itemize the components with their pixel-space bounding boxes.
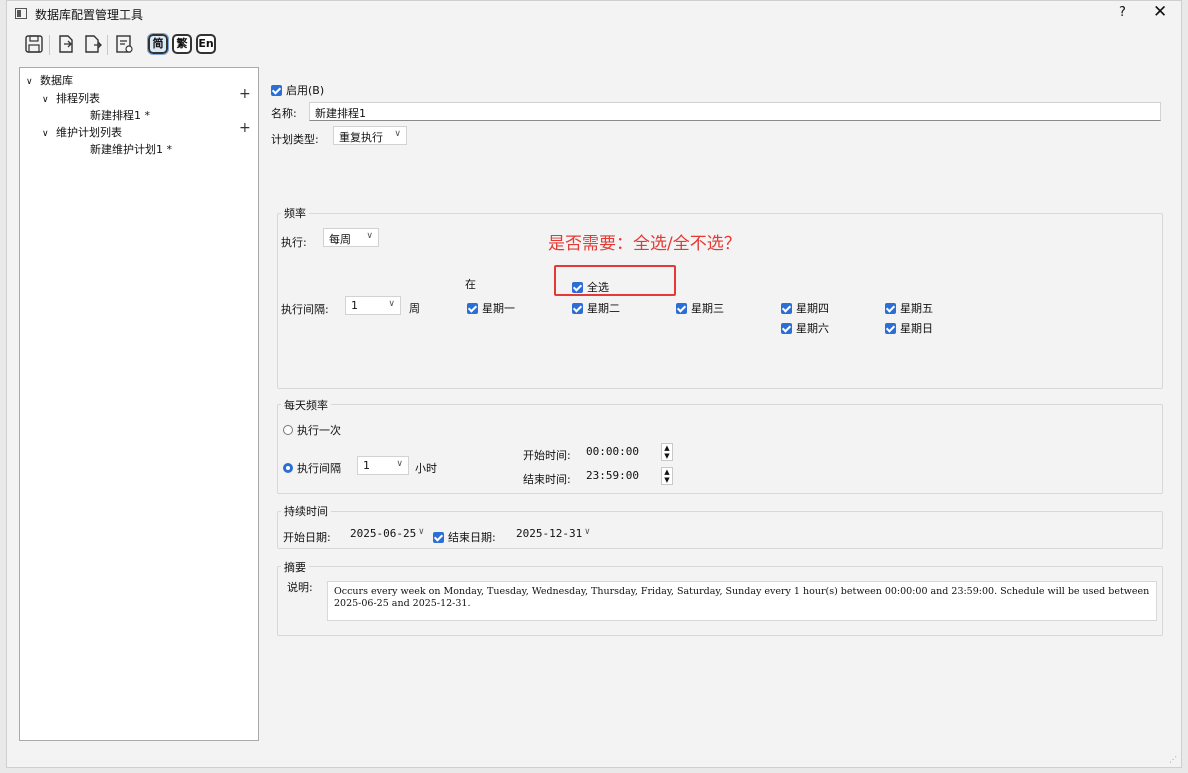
day-checkbox-saturday[interactable]: 星期六	[781, 320, 829, 336]
enable-checkbox[interactable]: 启用(B)	[271, 82, 324, 98]
exec-label: 执行:	[281, 236, 307, 249]
chevron-down-icon: ∨	[42, 129, 49, 139]
end-time-spinner[interactable]: ▲ ▼	[661, 467, 673, 485]
day-checkbox-sunday[interactable]: 星期日	[885, 320, 933, 336]
start-date-picker[interactable]: 2025-06-25 ∨	[345, 525, 429, 544]
lang-simplified-button[interactable]: 简	[147, 33, 169, 55]
daily-frequency-group-title: 每天频率	[281, 397, 331, 413]
lang-traditional-button[interactable]: 繁	[172, 34, 192, 54]
chevron-down-icon: ∨	[584, 527, 590, 537]
once-radio[interactable]: 执行一次	[283, 422, 341, 438]
daily-frequency-group	[277, 404, 1163, 494]
checkbox-checked-icon	[271, 85, 282, 96]
checkbox-checked-icon	[781, 303, 792, 314]
checkbox-checked-icon	[467, 303, 478, 314]
end-time-field[interactable]: 23:59:00	[581, 467, 657, 485]
chevron-down-icon: ∨	[366, 231, 373, 241]
window-title: 数据库配置管理工具	[35, 8, 144, 22]
plan-type-select[interactable]: 重复执行 ∨	[333, 126, 407, 145]
toolbar: 简 繁 En	[7, 29, 1181, 61]
end-date-picker[interactable]: 2025-12-31 ∨	[511, 525, 595, 544]
title-bar: 数据库配置管理工具 ? ✕	[7, 1, 1181, 27]
chevron-down-icon: ∨	[388, 299, 395, 309]
end-date-checkbox[interactable]: 结束日期:	[433, 529, 496, 545]
description-label: 说明:	[287, 581, 313, 594]
checkbox-checked-icon	[676, 303, 687, 314]
checkbox-checked-icon	[781, 323, 792, 334]
start-time-spinner[interactable]: ▲ ▼	[661, 443, 673, 461]
radio-checked-icon	[283, 463, 293, 473]
name-label: 名称:	[271, 107, 297, 120]
interval-unit-label: 周	[409, 302, 420, 315]
tree-node-schedule-item[interactable]: 新建排程1 *	[90, 107, 150, 123]
day-checkbox-thursday[interactable]: 星期四	[781, 300, 829, 316]
navigation-tree: ∨ 数据库 ∨ 排程列表 + 新建排程1 * ∨ 维护计划列表 + 新建维护计划1 *	[19, 67, 259, 741]
day-checkbox-tuesday[interactable]: 星期二	[572, 300, 620, 316]
radio-unchecked-icon	[283, 425, 293, 435]
save-icon[interactable]	[23, 33, 45, 55]
tree-node-schedule-list[interactable]: ∨ 排程列表	[42, 90, 100, 106]
import-icon[interactable]	[55, 33, 77, 55]
add-schedule-button[interactable]: +	[239, 86, 251, 102]
export-icon[interactable]	[81, 33, 103, 55]
chevron-down-icon: ∨	[394, 129, 401, 139]
frequency-group-title: 频率	[281, 205, 309, 221]
chevron-down-icon: ∨	[396, 459, 403, 469]
start-time-label: 开始时间:	[523, 449, 571, 462]
day-checkbox-monday[interactable]: 星期一	[467, 300, 515, 316]
annotation-highlight-box	[554, 265, 676, 296]
name-field[interactable]: 新建排程1	[309, 102, 1161, 121]
description-text: Occurs every week on Monday, Tuesday, We…	[327, 581, 1157, 621]
end-time-label: 结束时间:	[523, 473, 571, 486]
hour-interval-select[interactable]: 1 ∨	[357, 456, 409, 475]
app-icon	[15, 8, 27, 19]
tree-node-maintenance-item[interactable]: 新建维护计划1 *	[90, 141, 172, 157]
start-date-label: 开始日期:	[283, 531, 331, 544]
tree-node-maintenance-list[interactable]: ∨ 维护计划列表	[42, 124, 122, 140]
resize-grip-icon[interactable]: ⋰	[1169, 755, 1177, 764]
lang-english-button[interactable]: En	[196, 34, 216, 54]
hour-unit-label: 小时	[415, 462, 437, 475]
checkbox-checked-icon	[433, 532, 444, 543]
plan-type-label: 计划类型:	[271, 133, 319, 146]
checkbox-checked-icon	[572, 303, 583, 314]
preview-icon[interactable]	[113, 33, 135, 55]
chevron-down-icon: ∨	[418, 527, 424, 537]
duration-group-title: 持续时间	[281, 503, 331, 519]
chevron-down-icon: ∨	[42, 95, 49, 105]
interval-radio[interactable]: 执行间隔	[283, 460, 341, 476]
day-checkbox-friday[interactable]: 星期五	[885, 300, 933, 316]
chevron-down-icon: ∨	[26, 77, 33, 87]
help-button[interactable]: ?	[1119, 5, 1126, 20]
schedule-editor: 启用(B) 名称: 新建排程1 计划类型: 重复执行 ∨ 频率 执行: 每周 ∨ 在…	[269, 67, 1165, 747]
start-time-field[interactable]: 00:00:00	[581, 443, 657, 461]
close-button[interactable]: ✕	[1153, 2, 1167, 22]
tree-node-database[interactable]: ∨ 数据库	[26, 72, 73, 88]
day-checkbox-wednesday[interactable]: 星期三	[676, 300, 724, 316]
checkbox-checked-icon	[885, 323, 896, 334]
on-label: 在	[465, 278, 476, 291]
summary-group-title: 摘要	[281, 559, 309, 575]
annotation-text: 是否需要：全选/全不选？	[548, 234, 741, 254]
week-interval-select[interactable]: 1 ∨	[345, 296, 401, 315]
add-maintenance-button[interactable]: +	[239, 120, 251, 136]
exec-frequency-select[interactable]: 每周 ∨	[323, 228, 379, 247]
interval-label: 执行间隔:	[281, 303, 329, 316]
checkbox-checked-icon	[885, 303, 896, 314]
app-window: 数据库配置管理工具 ? ✕ 简 繁 En ∨ 数据库 ∨ 排程列表 + 新建排程1 …	[6, 0, 1182, 768]
